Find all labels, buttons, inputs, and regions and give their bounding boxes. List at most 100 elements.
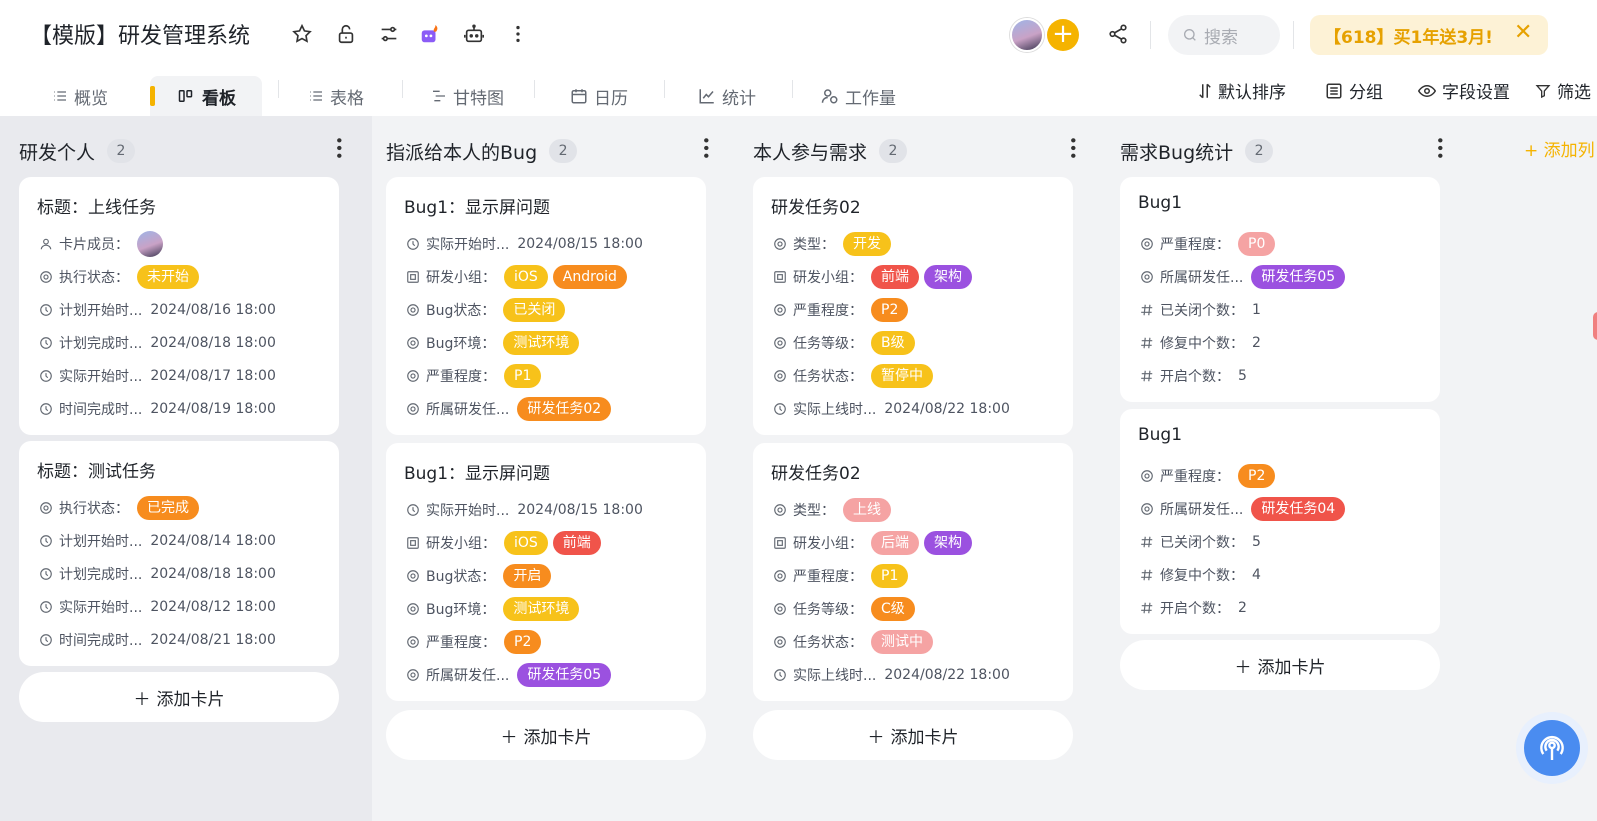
more-vertical-icon[interactable] [506,22,530,46]
column-more-icon[interactable]: ••• [335,136,343,159]
tab-board[interactable]: 看板 [150,76,262,116]
search-input[interactable]: 搜索 [1168,15,1280,55]
sort-icon [1198,82,1212,100]
hash-icon [1138,601,1156,615]
status-icon [404,569,422,583]
card-field-row: Bug状态：已关闭 [404,293,690,326]
tab-table[interactable]: 表格 [308,76,364,116]
tab-label: 日历 [594,84,628,109]
card-field-row: 严重程度： P2 [404,625,690,658]
status-icon [404,402,422,416]
kanban-card[interactable]: 标题：测试任务 执行状态：已完成 计划开始时...2024/08/14 18:0… [19,441,339,666]
field-tag: 已关闭 [503,298,565,322]
field-label: 严重程度： [426,366,496,386]
member-avatar[interactable] [137,231,163,257]
list-icon [52,88,68,104]
add-card-button[interactable]: ＋ 添加卡片 [19,672,339,722]
field-label: 严重程度： [793,300,863,320]
member-avatar[interactable] [1010,18,1044,52]
field-label: Bug状态： [426,566,495,586]
search-placeholder: 搜索 [1204,23,1238,48]
field-label: 已关闭个数： [1160,300,1244,320]
add-card-button[interactable]: ＋ 添加卡片 [386,710,706,760]
column-more-icon[interactable]: ••• [1069,136,1077,159]
kanban-card[interactable]: 研发任务02 类型：上线 研发小组：后端架构 严重程度：P1 任务等级：C级 任… [753,443,1073,701]
kanban-card[interactable]: Bug1 严重程度：P2 所属研发任...研发任务04 已关闭个数：5 修复中个… [1120,409,1440,634]
tab-label: 甘特图 [453,84,504,109]
plugin-fire-icon[interactable] [418,22,442,46]
card-field-row: 所属研发任...研发任务02 [404,392,690,425]
sort-button[interactable]: 默认排序 [1198,78,1286,103]
kanban-card[interactable]: 标题：上线任务 卡片成员： 执行状态：未开始 计划开始时...2024/08/1… [19,177,339,435]
app-title: 【模版】研发管理系统 [30,18,250,50]
tab-stats[interactable]: 统计 [698,76,756,116]
column-count-badge: 2 [107,139,135,163]
card-field-row: 严重程度：P1 [771,559,1057,592]
sort-label: 默认排序 [1218,78,1286,103]
tab-gantt[interactable]: 甘特图 [431,76,504,116]
card-field-row: 实际开始时...2024/08/15 18:00 [404,493,690,526]
field-value: 2024/08/21 18:00 [150,632,276,648]
filter-button[interactable]: 筛选 [1535,78,1591,103]
assistant-fab[interactable] [1516,712,1588,784]
status-icon [771,336,789,350]
settings-sliders-icon[interactable] [377,22,401,46]
field-tag: 未开始 [137,265,199,289]
tab-overview[interactable]: 概览 [52,76,108,116]
card-field-row: 实际上线时...2024/08/22 18:00 [771,658,1057,691]
field-tag: P0 [1238,232,1275,256]
close-icon[interactable]: ✕ [1514,20,1532,45]
board-icon [178,88,196,104]
field-label: 开启个数： [1160,366,1230,386]
field-label: 严重程度： [426,632,496,652]
filter-label: 筛选 [1557,78,1591,103]
field-value: 5 [1238,368,1247,384]
field-label: 实际开始时... [59,597,142,617]
card-field-row: 计划开始时...2024/08/16 18:00 [37,293,323,326]
field-label: 计划完成时... [59,564,142,584]
field-settings-button[interactable]: 字段设置 [1418,78,1510,103]
robot-icon[interactable] [462,22,486,46]
add-card-button[interactable]: ＋ 添加卡片 [1120,640,1440,690]
field-tag: P2 [504,630,541,654]
card-field-row: 严重程度：P0 [1138,227,1424,260]
field-tag: 架构 [924,265,972,289]
kanban-card[interactable]: Bug1 严重程度：P0 所属研发任...研发任务05 已关闭个数：1 修复中个… [1120,177,1440,402]
add-column-button[interactable]: + 添加列 [1524,136,1595,161]
field-value: 2024/08/19 18:00 [150,401,276,417]
column-more-icon[interactable]: ••• [1436,136,1444,159]
group-button[interactable]: 分组 [1325,78,1383,103]
card-field-row: 研发小组：iOS前端 [404,526,690,559]
top-bar: 【模版】研发管理系统 + 搜索 【618】买1年送3月! ✕ [0,0,1597,70]
add-card-button[interactable]: ＋ 添加卡片 [753,710,1073,760]
column-more-icon[interactable]: ••• [702,136,710,159]
clock-icon [37,336,55,350]
tab-label: 统计 [722,84,756,109]
kanban-card[interactable]: 研发任务02 类型：开发 研发小组：前端架构 严重程度：P2 任务等级：B级 任… [753,177,1073,435]
plus-icon: ＋ [1235,653,1252,678]
field-label: 任务状态： [793,366,863,386]
kanban-card[interactable]: Bug1：显示屏问题 实际开始时...2024/08/15 18:00 研发小组… [386,177,706,435]
field-label: 执行状态： [59,267,129,287]
card-title: Bug1 [1138,193,1424,215]
kanban-card[interactable]: Bug1：显示屏问题 实际开始时...2024/08/15 18:00 研发小组… [386,443,706,701]
add-member-button[interactable]: + [1047,19,1079,51]
card-field-row: Bug环境：测试环境 [404,592,690,625]
status-icon [771,569,789,583]
field-label: 计划开始时... [59,300,142,320]
status-icon [404,635,422,649]
field-tag: 已完成 [137,496,199,520]
hash-icon [1138,336,1156,350]
field-tag: 开启 [503,564,551,588]
field-label: 所属研发任... [1160,267,1243,287]
card-field-row: 计划完成时...2024/08/18 18:00 [37,557,323,590]
field-label: 执行状态： [59,498,129,518]
field-value: 2024/08/14 18:00 [150,533,276,549]
tab-workload[interactable]: 工作量 [821,76,896,116]
share-icon[interactable] [1106,22,1130,46]
promo-banner[interactable]: 【618】买1年送3月! [1310,15,1548,55]
lock-icon[interactable] [334,22,358,46]
star-icon[interactable] [290,22,314,46]
tab-calendar[interactable]: 日历 [570,76,628,116]
field-label: 任务等级： [793,599,863,619]
